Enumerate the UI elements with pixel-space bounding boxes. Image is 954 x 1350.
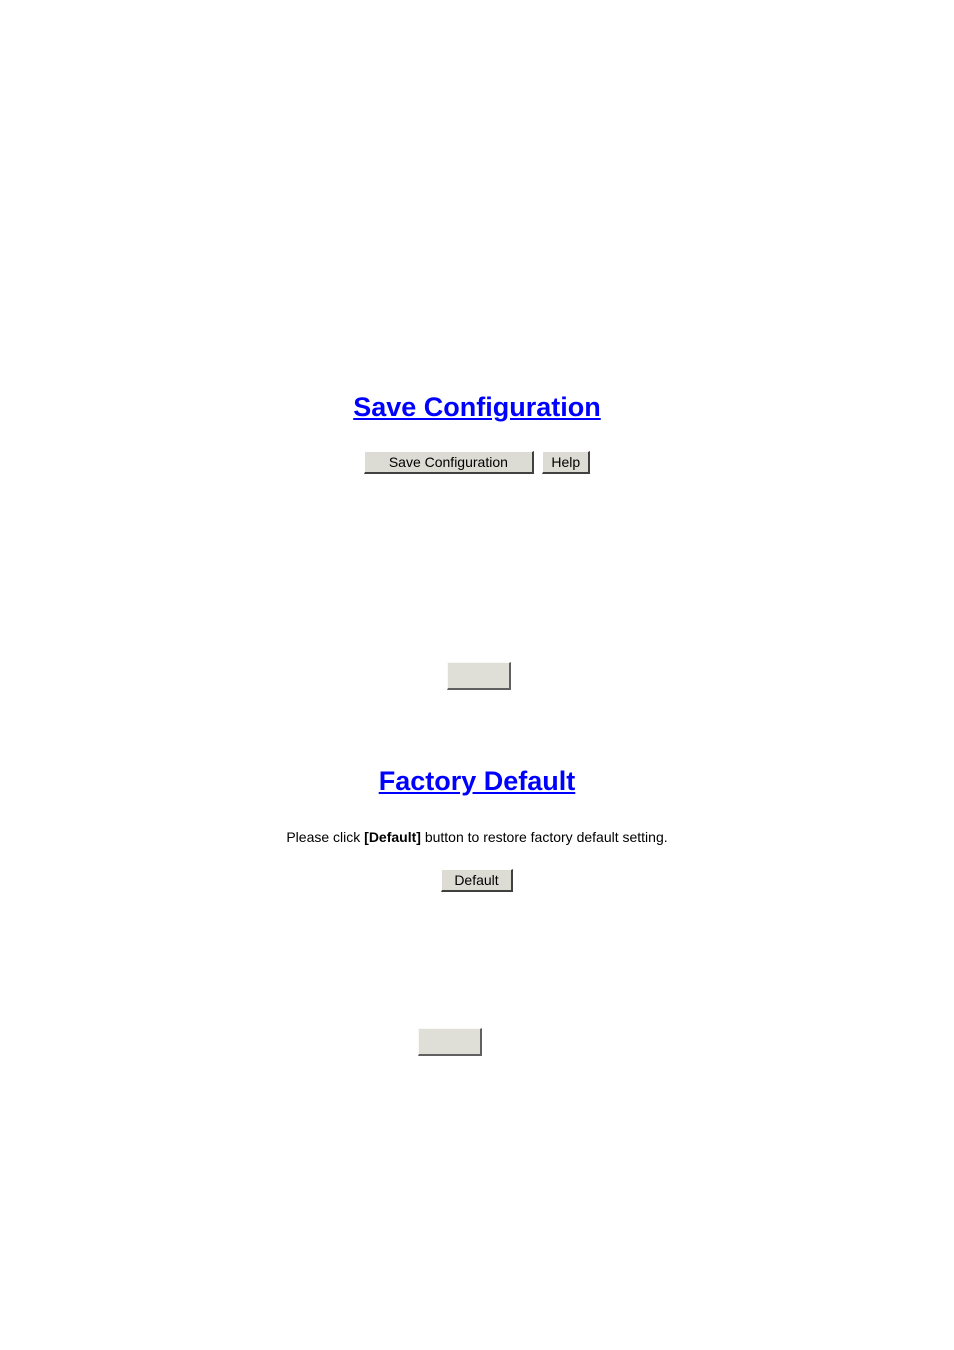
help-button[interactable]: Help <box>542 451 590 474</box>
instruction-bold: [Default] <box>364 829 421 845</box>
instruction-prefix: Please click <box>286 829 364 845</box>
save-configuration-section: Save Configuration Save Configuration He… <box>0 392 954 474</box>
blank-button-1[interactable] <box>447 662 511 690</box>
save-button-row: Save Configuration Help <box>0 451 954 474</box>
save-configuration-heading-link[interactable]: Save Configuration <box>353 392 601 423</box>
factory-button-row: Default <box>0 869 954 892</box>
factory-default-heading-link[interactable]: Factory Default <box>379 766 576 797</box>
factory-default-instruction: Please click [Default] button to restore… <box>0 829 954 845</box>
factory-default-section: Factory Default Please click [Default] b… <box>0 766 954 892</box>
save-configuration-button[interactable]: Save Configuration <box>364 451 534 474</box>
instruction-suffix: button to restore factory default settin… <box>421 829 668 845</box>
default-button[interactable]: Default <box>441 869 512 892</box>
blank-button-2[interactable] <box>418 1028 482 1056</box>
